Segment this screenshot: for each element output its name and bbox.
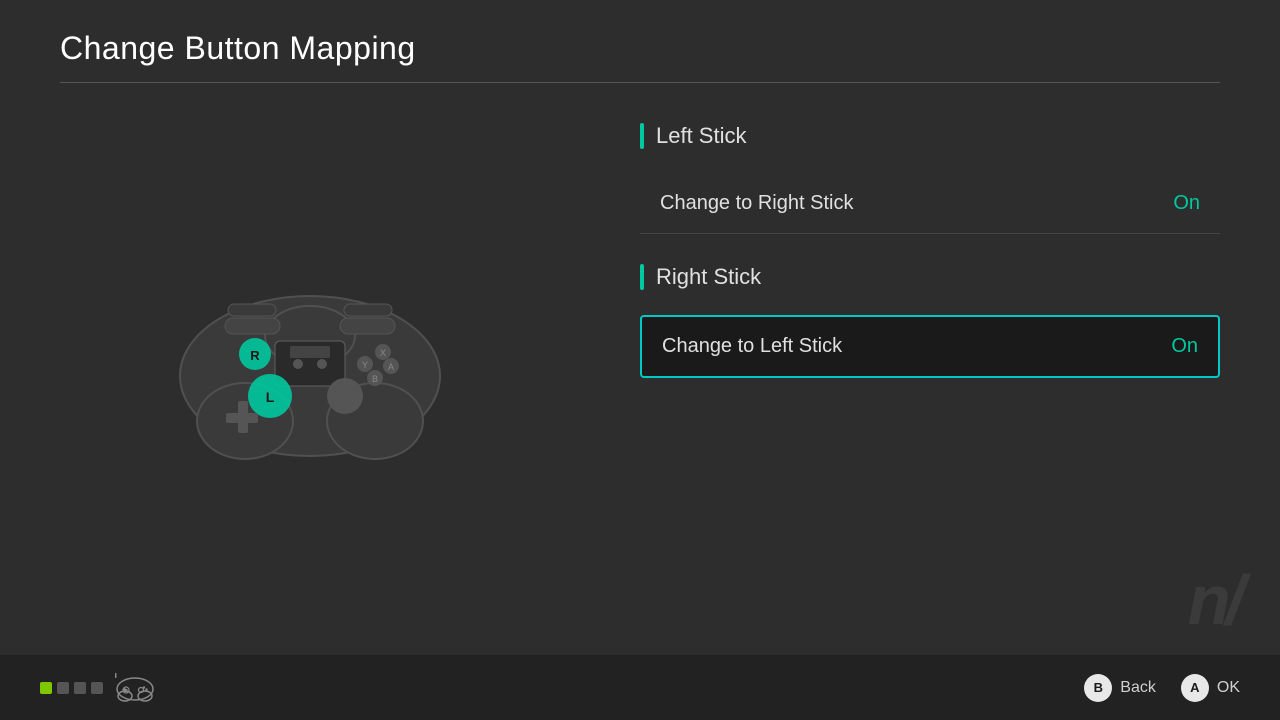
svg-text:X: X — [380, 348, 386, 358]
section-title-right-stick: Right Stick — [656, 264, 761, 290]
dot-2 — [57, 682, 69, 694]
back-label: Back — [1120, 679, 1156, 697]
page-title: Change Button Mapping — [60, 30, 1220, 67]
section-title-left-stick: Left Stick — [656, 123, 746, 149]
svg-text:L: L — [266, 389, 275, 405]
back-button[interactable]: B Back — [1084, 674, 1156, 702]
options-panel: Left Stick Change to Right Stick On Righ… — [620, 103, 1280, 608]
controller-illustration: L R Y X A B — [170, 246, 450, 466]
section-header-left-stick: Left Stick — [640, 123, 1220, 159]
svg-text:R: R — [250, 348, 260, 363]
section-accent — [640, 123, 644, 149]
change-to-left-stick-option[interactable]: Change to Left Stick On — [640, 315, 1220, 378]
section-accent-right — [640, 264, 644, 290]
a-button-icon: A — [1181, 674, 1209, 702]
footer-left — [40, 673, 155, 703]
main-content: L R Y X A B — [0, 83, 1280, 628]
section-header-right-stick: Right Stick — [640, 264, 1220, 300]
svg-text:B: B — [372, 374, 378, 384]
footer: B Back A OK — [0, 655, 1280, 720]
controller-dots — [40, 682, 103, 694]
ok-label: OK — [1217, 679, 1240, 697]
svg-text:Y: Y — [362, 360, 368, 370]
change-to-right-stick-value: On — [1173, 192, 1200, 215]
ok-button[interactable]: A OK — [1181, 674, 1240, 702]
change-to-right-stick-option[interactable]: Change to Right Stick On — [640, 174, 1220, 234]
change-to-left-stick-value: On — [1171, 335, 1198, 358]
footer-controller-icon — [115, 673, 155, 703]
controller-svg: L R Y X A B — [170, 246, 450, 466]
dot-4 — [91, 682, 103, 694]
dot-1 — [40, 682, 52, 694]
watermark: n/ — [1188, 560, 1240, 640]
change-to-left-stick-label: Change to Left Stick — [662, 335, 842, 358]
change-to-right-stick-label: Change to Right Stick — [660, 192, 853, 215]
header: Change Button Mapping — [0, 0, 1280, 82]
b-button-icon: B — [1084, 674, 1112, 702]
svg-text:A: A — [388, 362, 394, 372]
footer-right: B Back A OK — [1084, 674, 1240, 702]
dot-3 — [74, 682, 86, 694]
controller-panel: L R Y X A B — [0, 103, 620, 608]
